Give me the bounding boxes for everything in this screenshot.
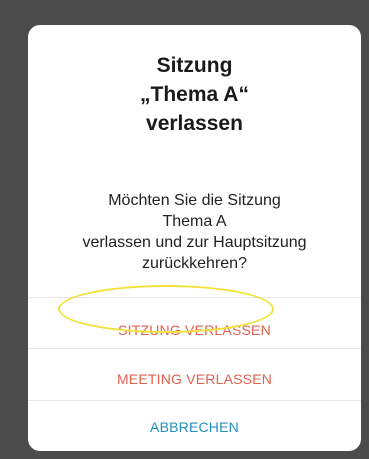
leave-session-dialog: Sitzung „Thema A“ verlassen Möchten Sie …: [28, 25, 361, 451]
dialog-title-line-3: verlassen: [146, 112, 243, 135]
dialog-title-line-1: Sitzung: [156, 54, 233, 77]
leave-meeting-button[interactable]: MEETING VERLASSEN: [28, 354, 361, 404]
divider: [28, 297, 361, 298]
dialog-message-line-2: Thema A: [162, 213, 227, 230]
dialog-title-line-2: „Thema A“: [140, 83, 249, 106]
dialog-message-line-3: verlassen und zur Hauptsitzung: [82, 234, 307, 251]
dialog-message: Möchten Sie die Sitzung Thema A verlasse…: [28, 190, 361, 274]
dialog-title: Sitzung „Thema A“ verlassen: [28, 51, 361, 138]
modal-scrim[interactable]: Sitzung „Thema A“ verlassen Möchten Sie …: [0, 0, 369, 459]
divider: [28, 348, 361, 349]
divider: [28, 400, 361, 401]
dialog-message-line-1: Möchten Sie die Sitzung: [108, 192, 281, 209]
dialog-message-line-4: zurückkehren?: [142, 255, 247, 272]
cancel-button[interactable]: ABBRECHEN: [28, 402, 361, 451]
